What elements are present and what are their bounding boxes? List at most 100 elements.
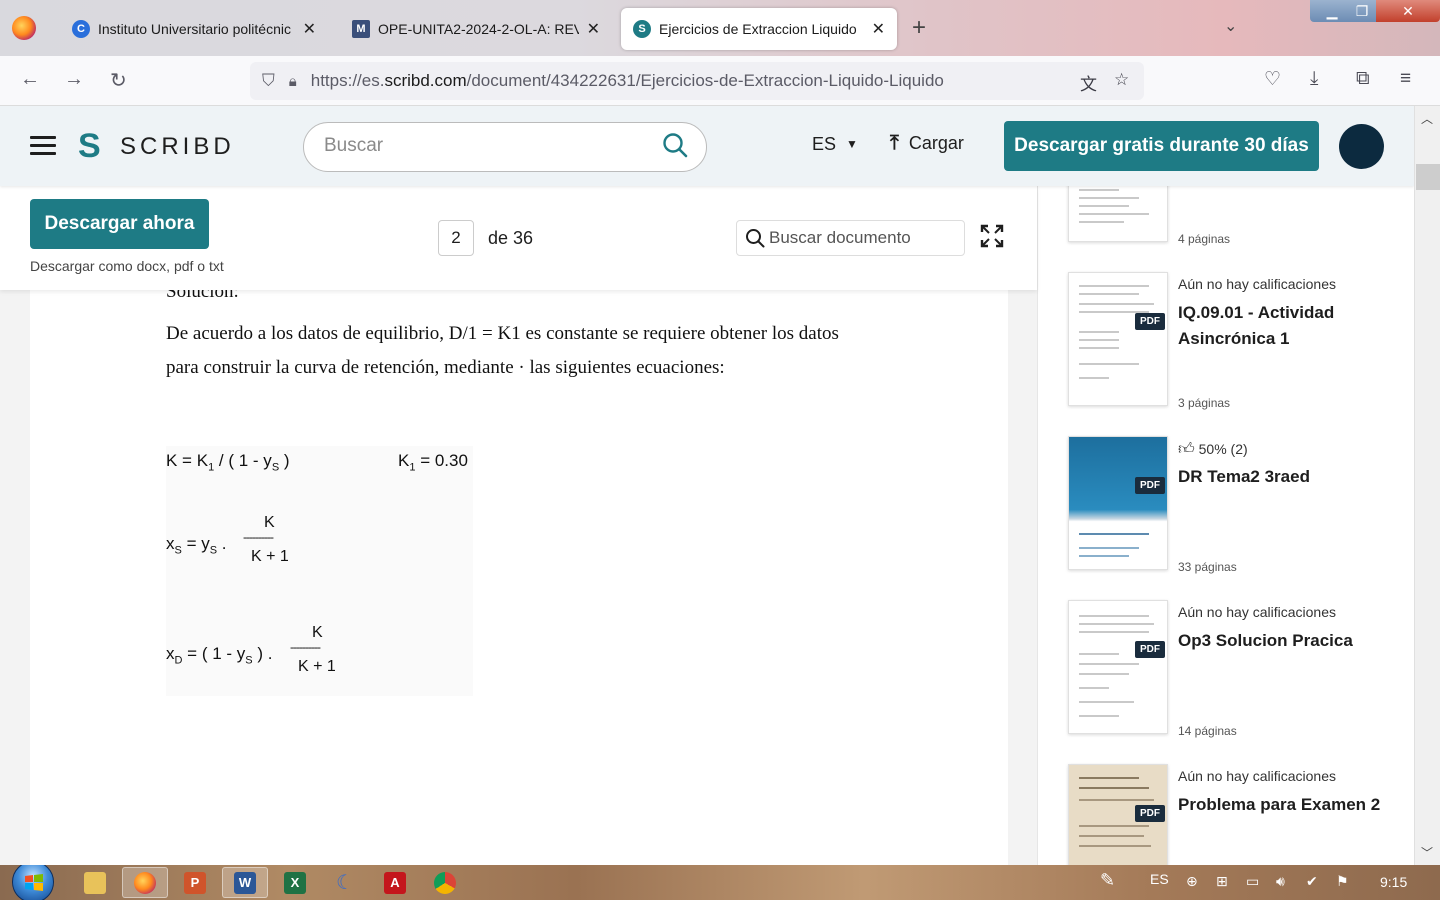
firefox-icon bbox=[134, 871, 156, 894]
document-thumbnail[interactable]: PDF bbox=[1068, 436, 1168, 570]
document-toolbar: Descargar ahora Descargar como docx, pdf… bbox=[0, 186, 1037, 290]
document-thumbnail[interactable]: PDF bbox=[1068, 600, 1168, 734]
pdf-badge: PDF bbox=[1135, 805, 1165, 822]
action-center-flag-icon[interactable]: ⚑ bbox=[1336, 873, 1349, 890]
bookmark-star-icon[interactable]: ☆ bbox=[1114, 70, 1129, 90]
upload-icon: ⤒ bbox=[890, 132, 899, 154]
list-all-tabs-chevron-icon[interactable]: ⌄ bbox=[1224, 16, 1237, 36]
document-title-link[interactable]: DR Tema2 3raed bbox=[1178, 464, 1398, 490]
extensions-icon[interactable]: ⧉ bbox=[1356, 68, 1370, 90]
site-search[interactable] bbox=[303, 122, 707, 172]
upload-button[interactable]: ⤒ Cargar bbox=[890, 132, 964, 155]
new-tab-plus-icon[interactable]: + bbox=[912, 14, 926, 42]
back-arrow-icon[interactable]: ← bbox=[20, 68, 40, 91]
close-tab-icon[interactable]: ✕ bbox=[303, 19, 316, 39]
tracking-shield-icon[interactable]: ⛉ bbox=[262, 71, 275, 91]
volume-icon[interactable]: 🔊︎ bbox=[1276, 873, 1285, 890]
downloads-icon[interactable]: ⤓ bbox=[1310, 68, 1318, 90]
taskbar-excel[interactable]: X bbox=[272, 867, 318, 898]
fraction-bar: ---------- bbox=[290, 640, 321, 654]
moodle-favicon-icon: M bbox=[352, 20, 370, 38]
scribd-logo-text[interactable]: SCRIBD bbox=[120, 133, 235, 161]
search-icon[interactable] bbox=[662, 132, 688, 158]
window-close-button[interactable]: ✕ bbox=[1376, 0, 1440, 22]
page-count: 4 páginas bbox=[1178, 232, 1231, 246]
pdf-badge: PDF bbox=[1135, 641, 1165, 658]
firefox-menu-icon[interactable] bbox=[12, 16, 36, 40]
download-formats-text: Descargar como docx, pdf o txt bbox=[30, 258, 224, 274]
app-menu-icon[interactable]: ≡ bbox=[1400, 68, 1411, 90]
taskbar-powerpoint[interactable]: P bbox=[172, 867, 218, 898]
taskbar-acrobat[interactable]: A bbox=[372, 867, 418, 898]
scribd-page: S SCRIBD ES ▼ ⤒ Cargar Descargar gratis du… bbox=[0, 106, 1414, 865]
taskbar-file-explorer[interactable] bbox=[72, 867, 118, 898]
document-search[interactable] bbox=[736, 220, 965, 256]
download-now-button[interactable]: Descargar ahora bbox=[30, 199, 209, 249]
system-clock[interactable]: 9:15 bbox=[1380, 874, 1407, 890]
taskbar-app[interactable]: ☾ bbox=[322, 867, 368, 898]
taskbar-word[interactable]: W bbox=[222, 867, 268, 898]
language-selector[interactable]: ES ▼ bbox=[812, 134, 858, 155]
recommended-document[interactable]: PDF 👍︎ 50% (2) DR Tema2 3raed 33 páginas bbox=[1068, 436, 1398, 576]
recommended-document[interactable]: PDF Aún no hay calificaciones Problema p… bbox=[1068, 764, 1398, 865]
browser-tab-ope[interactable]: M OPE-UNITA2-2024-2-OL-A: REV ✕ bbox=[340, 8, 612, 50]
windows-logo-icon bbox=[25, 874, 43, 891]
equation-k: K = K1 / ( 1 - yS ) bbox=[166, 451, 290, 474]
pocket-icon[interactable]: ♡ bbox=[1264, 68, 1281, 91]
document-thumbnail[interactable] bbox=[1068, 186, 1168, 242]
excel-icon: X bbox=[284, 871, 306, 894]
pdf-badge: PDF bbox=[1135, 477, 1165, 494]
security-icon[interactable]: ✔ bbox=[1306, 873, 1318, 890]
word-icon: W bbox=[234, 871, 256, 894]
document-search-input[interactable] bbox=[769, 228, 959, 248]
recommended-document[interactable]: PDF Aún no hay calificaciones IQ.09.01 -… bbox=[1068, 272, 1398, 412]
power-icon[interactable]: ▭ bbox=[1246, 873, 1259, 890]
browser-tab-scribd[interactable]: S Ejercicios de Extraccion Liquido ✕ bbox=[621, 8, 897, 50]
recommended-document[interactable]: PDF Aún no hay calificaciones Op3 Soluci… bbox=[1068, 600, 1398, 740]
url-text[interactable]: https://es.scribd.com/document/434222631… bbox=[311, 71, 944, 91]
tab-title: Ejercicios de Extraccion Liquido bbox=[659, 21, 857, 37]
url-bar[interactable]: ⛉ 🔒︎ https://es.scribd.com/document/4342… bbox=[250, 62, 1144, 100]
hamburger-menu-icon[interactable] bbox=[30, 136, 56, 156]
start-button[interactable] bbox=[12, 861, 54, 900]
fullscreen-icon[interactable] bbox=[980, 224, 1004, 248]
document-title-link[interactable]: Op3 Solucion Pracica bbox=[1178, 628, 1398, 654]
document-title-link[interactable]: IQ.09.01 - Actividad Asincrónica 1 bbox=[1178, 300, 1398, 352]
page-scrollbar[interactable]: ︿ ﹀ bbox=[1414, 106, 1440, 865]
page-total-text: de 36 bbox=[488, 228, 534, 248]
instituto-favicon-icon: C bbox=[72, 20, 90, 38]
close-tab-icon[interactable]: ✕ bbox=[587, 19, 600, 39]
input-language-indicator[interactable]: ES bbox=[1150, 871, 1169, 887]
translate-icon[interactable]: 文 bbox=[1080, 70, 1097, 95]
recommended-document[interactable]: 4 páginas bbox=[1068, 186, 1398, 248]
network-icon[interactable]: ⊕ bbox=[1186, 873, 1198, 890]
taskbar-firefox[interactable] bbox=[122, 867, 168, 898]
padlock-icon[interactable]: 🔒︎ bbox=[289, 73, 297, 90]
free-trial-download-button[interactable]: Descargar gratis durante 30 días bbox=[1004, 121, 1319, 171]
reload-icon[interactable]: ↻ bbox=[110, 68, 127, 93]
page-number-input[interactable]: 2 bbox=[438, 220, 474, 256]
forward-arrow-icon[interactable]: → bbox=[64, 68, 84, 91]
scribd-logo-icon[interactable]: S bbox=[78, 128, 101, 164]
close-tab-icon[interactable]: ✕ bbox=[872, 19, 885, 39]
document-thumbnail[interactable]: PDF bbox=[1068, 764, 1168, 865]
document-thumbnail[interactable]: PDF bbox=[1068, 272, 1168, 406]
browser-tab-instituto[interactable]: C Instituto Universitario politécnic ✕ bbox=[60, 8, 328, 50]
notification-icon[interactable]: ⊞ bbox=[1216, 873, 1228, 890]
scrollbar-thumb[interactable] bbox=[1416, 164, 1440, 190]
site-search-input[interactable] bbox=[324, 135, 644, 157]
chevron-down-icon: ▼ bbox=[846, 137, 858, 151]
page-count: 33 páginas bbox=[1178, 560, 1237, 574]
language-label: ES bbox=[812, 134, 837, 154]
scroll-down-arrow-icon[interactable]: ﹀ bbox=[1421, 844, 1433, 861]
user-avatar[interactable] bbox=[1339, 124, 1384, 169]
taskbar-chrome[interactable] bbox=[422, 867, 468, 898]
rating-text: Aún no hay calificaciones bbox=[1178, 604, 1336, 620]
document-title-link[interactable]: Problema para Examen 2 bbox=[1178, 792, 1398, 818]
page-count: 14 páginas bbox=[1178, 724, 1237, 738]
document-paragraph-line: De acuerdo a los datos de equilibrio, D/… bbox=[166, 323, 839, 344]
equation-xd: xD = ( 1 - yS ) . bbox=[166, 644, 273, 667]
scroll-up-arrow-icon[interactable]: ︿ bbox=[1421, 110, 1433, 127]
keyboard-icon[interactable]: ✎ bbox=[1100, 870, 1115, 891]
fraction-denominator: K + 1 bbox=[251, 548, 289, 565]
